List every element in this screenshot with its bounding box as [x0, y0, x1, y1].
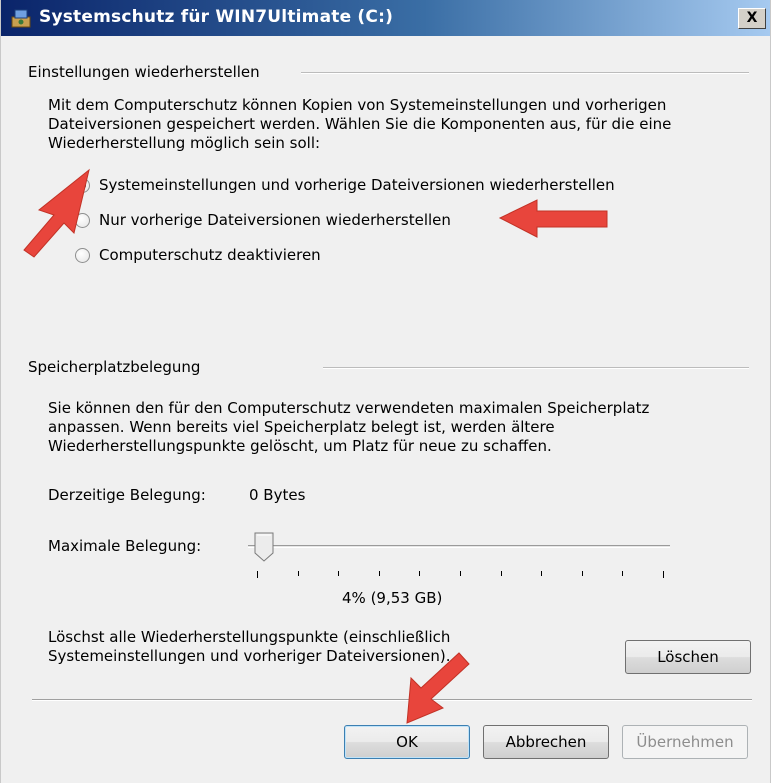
slider-tick — [622, 571, 623, 576]
title-bar: Systemschutz für WIN7Ultimate (C:) X — [1, 0, 770, 36]
slider-tick — [298, 571, 299, 576]
cancel-button[interactable]: Abbrechen — [483, 725, 609, 759]
slider-tick — [582, 571, 583, 576]
max-usage-display: 4% (9,53 GB) — [342, 589, 443, 607]
disk-usage-group-title: Speicherplatzbelegung — [28, 358, 201, 376]
disk-usage-description-line-3: Wiederherstellungspunkte gelöscht, um Pl… — [48, 437, 552, 455]
slider-tick — [663, 571, 664, 578]
close-button[interactable]: X — [738, 8, 766, 29]
annotation-arrow-middle — [498, 199, 608, 238]
current-usage-label: Derzeitige Belegung: — [48, 486, 206, 504]
radio-option-label: Computerschutz deaktivieren — [99, 246, 321, 264]
disk-usage-description: Sie können den für den Computerschutz ve… — [48, 399, 649, 456]
max-usage-label: Maximale Belegung: — [48, 537, 202, 555]
slider-tick — [379, 571, 380, 576]
slider-tick — [460, 571, 461, 576]
system-protection-dialog: Systemschutz für WIN7Ultimate (C:) X Ein… — [0, 0, 771, 783]
slider-tick — [419, 571, 420, 576]
current-usage-value: 0 Bytes — [249, 486, 306, 504]
restore-description-line-2: Dateiversionen gespeichert werden. Wähle… — [48, 115, 672, 133]
apply-button[interactable]: Übernehmen — [622, 725, 748, 759]
restore-settings-group-divider — [301, 72, 749, 74]
radio-option-disable-protection[interactable]: Computerschutz deaktivieren — [75, 244, 321, 266]
restore-settings-group-title: Einstellungen wiederherstellen — [28, 63, 260, 81]
max-usage-slider-thumb[interactable] — [254, 532, 274, 562]
delete-button[interactable]: Löschen — [625, 640, 751, 674]
max-usage-slider-track[interactable] — [248, 545, 670, 548]
slider-tick — [257, 571, 258, 578]
system-protection-icon — [11, 9, 31, 28]
delete-points-description: Löschst alle Wiederherstellungspunkte (e… — [48, 628, 450, 666]
restore-settings-description: Mit dem Computerschutz können Kopien von… — [48, 96, 671, 153]
disk-usage-description-line-2: anpassen. Wenn bereits viel Speicherplat… — [48, 418, 555, 436]
delete-description-line-2: Systemeinstellungen und vorheriger Datei… — [48, 647, 451, 665]
footer-separator — [32, 699, 752, 701]
annotation-arrow-bottom — [406, 652, 470, 724]
slider-tick — [501, 571, 502, 576]
radio-option-label: Systemeinstellungen und vorherige Dateiv… — [99, 176, 615, 194]
disk-usage-group-divider — [323, 367, 749, 369]
radio-option-system-and-files[interactable]: Systemeinstellungen und vorherige Dateiv… — [75, 174, 615, 196]
radio-option-files-only[interactable]: Nur vorherige Dateiversionen wiederherst… — [75, 209, 451, 231]
slider-tick — [541, 571, 542, 576]
restore-description-line-1: Mit dem Computerschutz können Kopien von… — [48, 96, 667, 114]
delete-description-line-1: Löschst alle Wiederherstellungspunkte (e… — [48, 628, 451, 646]
disk-usage-description-line-1: Sie können den für den Computerschutz ve… — [48, 399, 650, 417]
annotation-arrow-top-left — [23, 168, 90, 258]
ok-button[interactable]: OK — [344, 725, 470, 759]
slider-tick — [338, 571, 339, 576]
restore-description-line-3: Wiederherstellung möglich sein soll: — [48, 134, 321, 152]
radio-option-label: Nur vorherige Dateiversionen wiederherst… — [99, 211, 451, 229]
window-title: Systemschutz für WIN7Ultimate (C:) — [39, 7, 394, 27]
